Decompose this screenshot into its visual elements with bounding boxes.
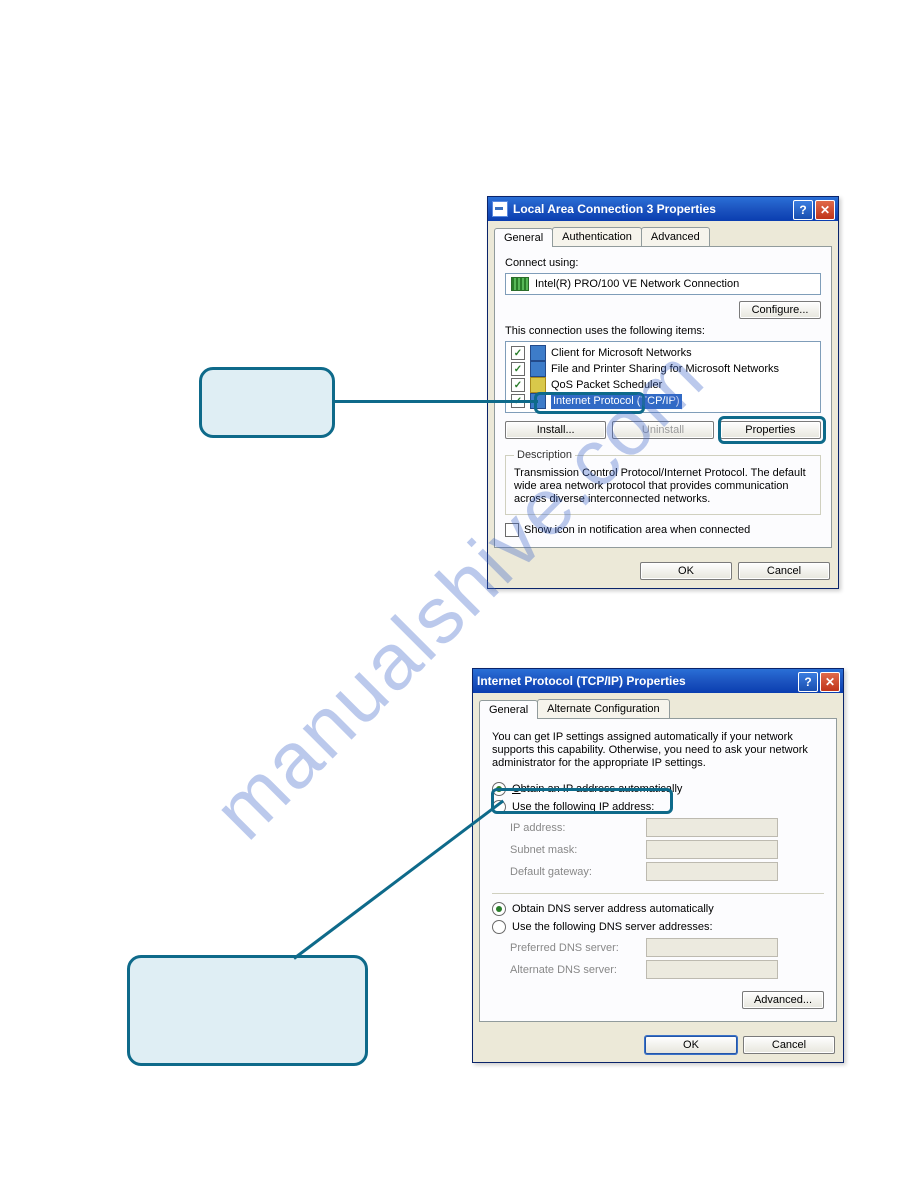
mask-input — [646, 840, 778, 859]
radio-icon[interactable] — [492, 782, 506, 796]
advanced-button[interactable]: Advanced... — [742, 991, 824, 1009]
tab-authentication[interactable]: Authentication — [552, 227, 642, 246]
list-item[interactable]: ✓ Internet Protocol (TCP/IP) — [509, 393, 817, 409]
tab-general[interactable]: General — [479, 700, 538, 719]
checkbox-icon[interactable]: ✓ — [505, 523, 519, 537]
radio-icon[interactable] — [492, 920, 506, 934]
service-icon — [530, 377, 546, 393]
titlebar: Internet Protocol (TCP/IP) Properties ? … — [473, 669, 843, 693]
tab-row: General Alternate Configuration — [473, 693, 843, 718]
gw-input — [646, 862, 778, 881]
radio-label: Use the following DNS server addresses: — [512, 921, 713, 933]
window-title: Internet Protocol (TCP/IP) Properties — [477, 674, 686, 688]
radio-label: Use the following IP address: — [512, 801, 654, 813]
tab-advanced[interactable]: Advanced — [641, 227, 710, 246]
show-icon-label: Show icon in notification area when conn… — [524, 524, 750, 536]
callout-box-2 — [127, 955, 368, 1066]
checkbox-icon[interactable]: ✓ — [511, 362, 525, 376]
description-text: Transmission Control Protocol/Internet P… — [514, 467, 812, 506]
pref-dns-input — [646, 938, 778, 957]
close-button[interactable]: ✕ — [815, 200, 835, 220]
item-label: File and Printer Sharing for Microsoft N… — [551, 362, 779, 377]
tab-row: General Authentication Advanced — [488, 221, 838, 246]
pref-dns-label: Preferred DNS server: — [510, 942, 640, 954]
items-listbox[interactable]: ✓ Client for Microsoft Networks ✓ File a… — [505, 341, 821, 413]
ip-label: IP address: — [510, 822, 640, 834]
lan-properties-dialog: Local Area Connection 3 Properties ? ✕ G… — [487, 196, 839, 589]
connector-line-1 — [332, 400, 538, 403]
ip-address-row: IP address: — [510, 818, 824, 837]
callout-box-1 — [199, 367, 335, 438]
tab-content: You can get IP settings assigned automat… — [479, 718, 837, 1022]
cancel-button[interactable]: Cancel — [743, 1036, 835, 1054]
alt-dns-row: Alternate DNS server: — [510, 960, 824, 979]
pref-dns-row: Preferred DNS server: — [510, 938, 824, 957]
help-button[interactable]: ? — [793, 200, 813, 220]
item-label: Client for Microsoft Networks — [551, 346, 692, 361]
cancel-button[interactable]: Cancel — [738, 562, 830, 580]
tab-content: Connect using: Intel(R) PRO/100 VE Netwo… — [494, 246, 832, 548]
window-icon — [492, 201, 508, 217]
ip-input — [646, 818, 778, 837]
properties-button[interactable]: Properties — [720, 421, 821, 439]
help-button[interactable]: ? — [798, 672, 818, 692]
dialog-buttons: OK Cancel — [473, 1028, 843, 1062]
uses-label: This connection uses the following items… — [505, 325, 821, 337]
list-item[interactable]: ✓ File and Printer Sharing for Microsoft… — [509, 361, 817, 377]
alt-dns-input — [646, 960, 778, 979]
tcpip-properties-dialog: Internet Protocol (TCP/IP) Properties ? … — [472, 668, 844, 1063]
nic-name: Intel(R) PRO/100 VE Network Connection — [535, 278, 739, 290]
radio-use-ip[interactable]: Use the following IP address: — [492, 800, 824, 814]
radio-obtain-ip[interactable]: Obtain an IP address automatically — [492, 782, 824, 796]
radio-label: Obtain DNS server address automatically — [512, 903, 714, 915]
radio-obtain-dns[interactable]: Obtain DNS server address automatically — [492, 902, 824, 916]
window-title: Local Area Connection 3 Properties — [513, 202, 716, 216]
nic-field: Intel(R) PRO/100 VE Network Connection — [505, 273, 821, 295]
description-legend: Description — [514, 449, 575, 461]
list-item[interactable]: ✓ QoS Packet Scheduler — [509, 377, 817, 393]
tab-alt-config[interactable]: Alternate Configuration — [537, 699, 670, 718]
install-button[interactable]: Install... — [505, 421, 606, 439]
checkbox-icon[interactable]: ✓ — [511, 378, 525, 392]
radio-label: Obtain an IP address automatically — [512, 783, 682, 795]
intro-text: You can get IP settings assigned automat… — [492, 731, 824, 770]
service-icon — [530, 361, 546, 377]
radio-icon[interactable] — [492, 902, 506, 916]
service-icon — [530, 345, 546, 361]
ok-button[interactable]: OK — [645, 1036, 737, 1054]
close-button[interactable]: ✕ — [820, 672, 840, 692]
nic-icon — [511, 277, 529, 291]
subnet-mask-row: Subnet mask: — [510, 840, 824, 859]
gw-label: Default gateway: — [510, 866, 640, 878]
checkbox-icon[interactable]: ✓ — [511, 346, 525, 360]
gateway-row: Default gateway: — [510, 862, 824, 881]
connect-using-label: Connect using: — [505, 257, 821, 269]
show-icon-row[interactable]: ✓ Show icon in notification area when co… — [505, 523, 821, 537]
alt-dns-label: Alternate DNS server: — [510, 964, 640, 976]
dialog-buttons: OK Cancel — [488, 554, 838, 588]
list-item[interactable]: ✓ Client for Microsoft Networks — [509, 345, 817, 361]
item-label: QoS Packet Scheduler — [551, 378, 662, 393]
titlebar: Local Area Connection 3 Properties ? ✕ — [488, 197, 838, 221]
item-label-selected: Internet Protocol (TCP/IP) — [551, 394, 682, 409]
ok-button[interactable]: OK — [640, 562, 732, 580]
mask-label: Subnet mask: — [510, 844, 640, 856]
description-group: Description Transmission Control Protoco… — [505, 449, 821, 515]
tab-general[interactable]: General — [494, 228, 553, 247]
radio-use-dns[interactable]: Use the following DNS server addresses: — [492, 920, 824, 934]
configure-button[interactable]: Configure... — [739, 301, 821, 319]
uninstall-button: Uninstall — [612, 421, 713, 439]
